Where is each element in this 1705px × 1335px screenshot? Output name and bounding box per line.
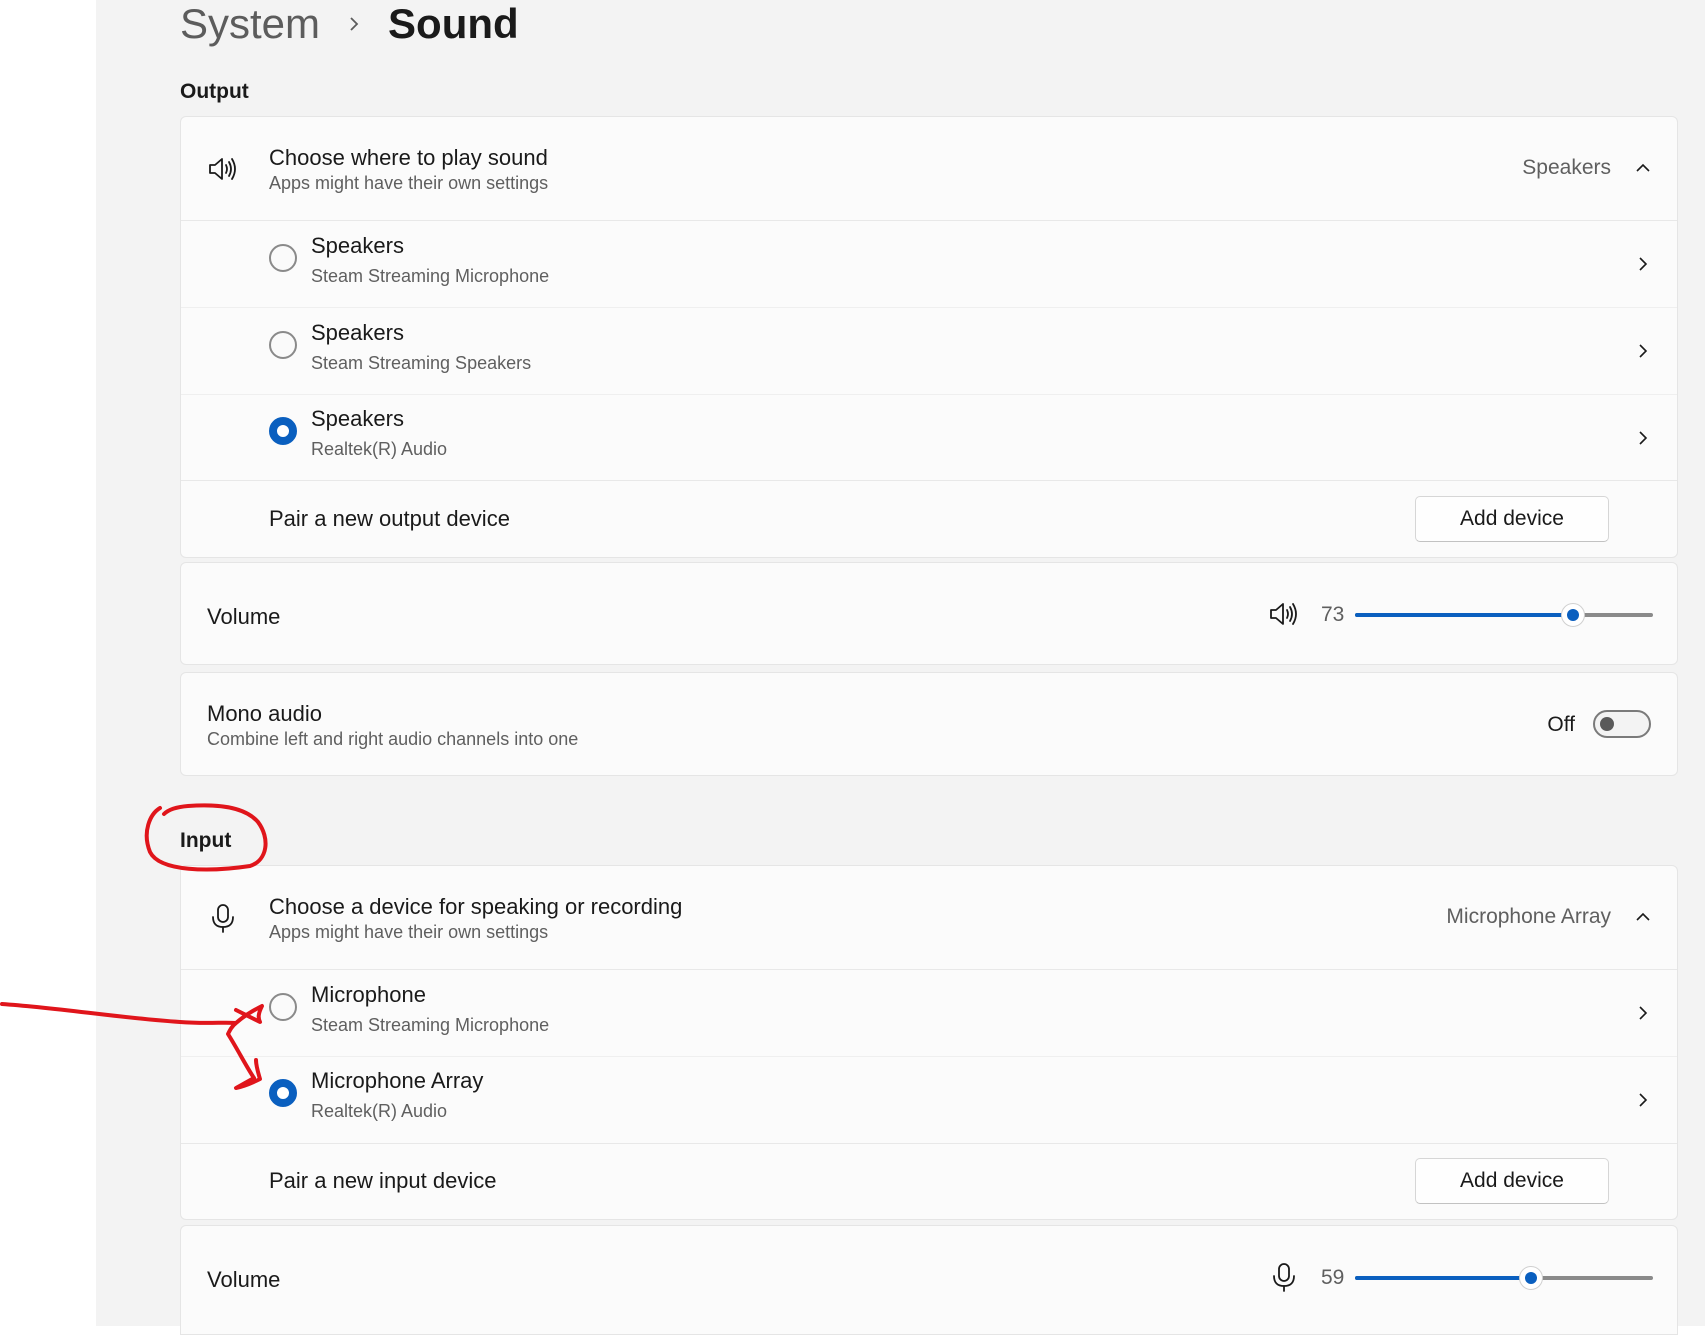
output-volume-card: Volume 73 — [180, 562, 1678, 665]
output-volume-slider-thumb[interactable] — [1560, 603, 1585, 627]
chevron-right-icon[interactable] — [1635, 343, 1651, 359]
chevron-right-icon — [346, 16, 362, 32]
chevron-up-icon[interactable] — [1635, 909, 1651, 925]
breadcrumb: System Sound — [180, 0, 519, 48]
input-selected-value: Microphone Array — [1446, 905, 1611, 928]
output-chooser-subtitle: Apps might have their own settings — [269, 173, 549, 193]
speaker-icon — [207, 153, 239, 185]
output-device-item-2[interactable]: Speakers Steam Streaming Speakers — [181, 308, 1677, 394]
breadcrumb-system[interactable]: System — [180, 0, 320, 48]
input-pair-label: Pair a new input device — [269, 1168, 497, 1193]
output-device-detail-3: Realtek(R) Audio — [311, 439, 448, 459]
output-device-name-1: Speakers — [311, 233, 404, 258]
input-chooser-subtitle: Apps might have their own settings — [269, 922, 549, 942]
output-device-detail-2: Steam Streaming Speakers — [311, 353, 532, 373]
mono-audio-card: Mono audio Combine left and right audio … — [180, 672, 1678, 776]
chevron-right-icon[interactable] — [1635, 1092, 1651, 1108]
input-volume-label: Volume — [207, 1267, 281, 1292]
output-device-radio-1[interactable] — [269, 244, 297, 272]
input-volume-card: Volume 59 — [180, 1225, 1678, 1335]
input-device-name-2: Microphone Array — [311, 1068, 484, 1093]
input-device-item-1[interactable]: Microphone Steam Streaming Microphone — [181, 970, 1677, 1056]
output-chooser-header[interactable]: Choose where to play sound Apps might ha… — [181, 117, 1677, 220]
output-volume-slider[interactable] — [1355, 603, 1653, 627]
input-device-radio-1[interactable] — [269, 993, 297, 1021]
output-volume-label: Volume — [207, 604, 281, 629]
microphone-icon — [207, 902, 239, 934]
input-device-item-2[interactable]: Microphone Array Realtek(R) Audio — [181, 1057, 1677, 1143]
output-selected-value: Speakers — [1522, 156, 1611, 179]
input-add-device-button[interactable]: Add device — [1415, 1158, 1609, 1204]
microphone-icon[interactable] — [1268, 1261, 1300, 1293]
input-pair-row: Pair a new input device Add device — [181, 1144, 1677, 1221]
input-volume-slider-fill — [1355, 1276, 1531, 1280]
output-volume-value: 73 — [1321, 603, 1345, 626]
chevron-right-icon[interactable] — [1635, 256, 1651, 272]
output-pair-label: Pair a new output device — [269, 506, 510, 531]
input-chooser-title: Choose a device for speaking or recordin… — [269, 894, 683, 919]
mono-audio-state: Off — [1547, 713, 1575, 736]
input-chooser-header[interactable]: Choose a device for speaking or recordin… — [181, 866, 1677, 969]
input-section-title: Input — [180, 829, 232, 852]
output-device-detail-1: Steam Streaming Microphone — [311, 266, 550, 286]
output-pair-row: Pair a new output device Add device — [181, 481, 1677, 559]
output-device-radio-3[interactable] — [269, 417, 297, 445]
page-title: Sound — [388, 0, 519, 47]
chevron-right-icon[interactable] — [1635, 1005, 1651, 1021]
output-device-name-3: Speakers — [311, 406, 404, 431]
speaker-icon[interactable] — [1268, 598, 1300, 630]
output-device-name-2: Speakers — [311, 320, 404, 345]
mono-audio-subtitle: Combine left and right audio channels in… — [207, 729, 579, 749]
output-device-radio-2[interactable] — [269, 331, 297, 359]
input-volume-value: 59 — [1321, 1266, 1345, 1289]
input-device-card: Choose a device for speaking or recordin… — [180, 865, 1678, 1220]
output-chooser-title: Choose where to play sound — [269, 145, 548, 170]
input-device-name-1: Microphone — [311, 982, 426, 1007]
output-section-title: Output — [180, 80, 249, 103]
toggle-knob — [1600, 717, 1614, 731]
output-device-card: Choose where to play sound Apps might ha… — [180, 116, 1678, 558]
output-volume-slider-fill — [1355, 613, 1573, 617]
mono-audio-title: Mono audio — [207, 701, 322, 726]
input-device-radio-2[interactable] — [269, 1079, 297, 1107]
output-add-device-button[interactable]: Add device — [1415, 496, 1609, 542]
output-device-item-1[interactable]: Speakers Steam Streaming Microphone — [181, 221, 1677, 307]
chevron-up-icon[interactable] — [1635, 160, 1651, 176]
output-device-item-3[interactable]: Speakers Realtek(R) Audio — [181, 395, 1677, 481]
input-volume-slider-thumb[interactable] — [1518, 1266, 1543, 1290]
mono-audio-toggle[interactable] — [1593, 710, 1651, 738]
input-device-detail-2: Realtek(R) Audio — [311, 1101, 448, 1121]
input-device-detail-1: Steam Streaming Microphone — [311, 1015, 550, 1035]
chevron-right-icon[interactable] — [1635, 430, 1651, 446]
input-volume-slider[interactable] — [1355, 1266, 1653, 1290]
